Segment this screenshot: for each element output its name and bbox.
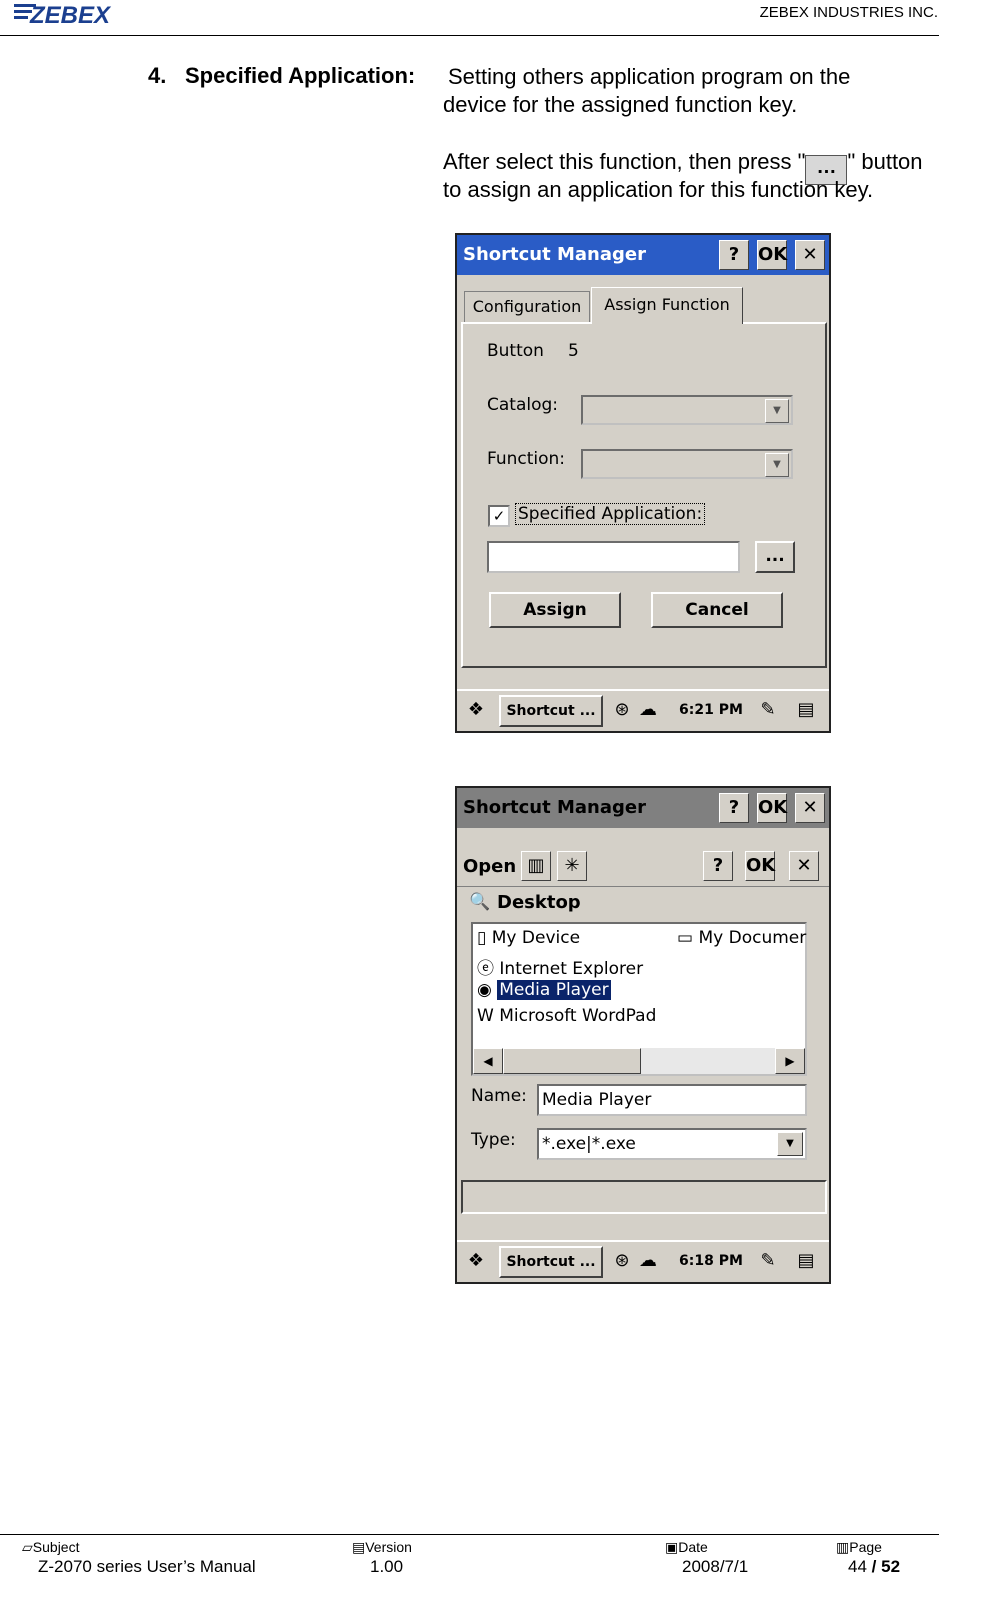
screenshot-assign-function: Shortcut Manager ? OK ✕ Configuration As…	[455, 233, 831, 733]
list-item[interactable]: W Microsoft WordPad	[477, 1006, 656, 1026]
cancel-button[interactable]: Cancel	[651, 592, 783, 628]
network-icon[interactable]: ⊛	[609, 697, 635, 723]
dialog-titlebar: Open ▥ ✳ ? OK ✕	[457, 846, 829, 887]
scroll-left-icon[interactable]: ◀	[473, 1048, 503, 1074]
catalog-label: Catalog:	[487, 395, 559, 415]
window-titlebar: Shortcut Manager ? OK ✕	[457, 788, 829, 828]
up-folder-icon[interactable]: ▥	[521, 851, 551, 881]
zebex-logo: ZEBEX	[14, 2, 112, 26]
button-value: 5	[568, 341, 579, 361]
taskbar-app-button[interactable]: Shortcut ...	[499, 695, 603, 727]
name-label: Name:	[471, 1086, 527, 1106]
input-panel-icon[interactable]: ✎	[755, 1248, 781, 1274]
subject-icon: ▱	[22, 1539, 33, 1555]
status-area	[461, 1180, 827, 1214]
help-button[interactable]: ?	[719, 793, 749, 823]
date-label: ▣Date	[665, 1539, 708, 1555]
instruction-text: After select this function, then press "	[443, 149, 806, 174]
ok-button[interactable]: OK	[757, 793, 787, 823]
list-item[interactable]: ▭ My Documer	[677, 928, 806, 948]
application-path-input[interactable]	[487, 541, 740, 573]
page-label: ▥Page	[836, 1539, 882, 1555]
connection-icon[interactable]: ☁	[635, 1248, 661, 1274]
version-value: 1.00	[370, 1557, 404, 1576]
location-label: Desktop	[497, 892, 581, 913]
start-flag-icon[interactable]: ❖	[463, 1248, 489, 1274]
header-rule	[0, 35, 939, 36]
taskbar-app-button[interactable]: Shortcut ...	[499, 1246, 603, 1278]
new-folder-icon[interactable]: ✳	[557, 851, 587, 881]
assign-button[interactable]: Assign	[489, 592, 621, 628]
chevron-down-icon: ▼	[765, 399, 789, 423]
section-number: 4.	[148, 63, 167, 88]
scroll-right-icon[interactable]: ▶	[775, 1048, 805, 1074]
type-dropdown[interactable]: *.exe|*.exe ▼	[537, 1128, 807, 1160]
window-title: Shortcut Manager	[463, 244, 646, 265]
tab-configuration[interactable]: Configuration	[464, 291, 590, 322]
footer-rule	[0, 1534, 939, 1535]
close-button[interactable]: ✕	[795, 793, 825, 823]
instruction-text: " button	[847, 149, 923, 174]
desktop-icon[interactable]: ▤	[793, 697, 819, 723]
specified-checkbox[interactable]: ✓	[488, 505, 510, 527]
dialog-ok-button[interactable]: OK	[745, 851, 775, 881]
start-flag-icon[interactable]: ❖	[463, 697, 489, 723]
version-icon: ▤	[352, 1539, 366, 1555]
company-name: ZEBEX INDUSTRIES INC.	[759, 4, 938, 21]
close-button[interactable]: ✕	[795, 240, 825, 270]
chevron-down-icon: ▼	[777, 1132, 803, 1156]
network-icon[interactable]: ⊛	[609, 1248, 635, 1274]
subject-value: Z-2070 series User’s Manual	[38, 1557, 256, 1576]
button-label: Button	[487, 341, 544, 361]
specified-application-label: Specified Application:	[515, 503, 706, 525]
window-titlebar: Shortcut Manager ? OK ✕	[457, 235, 829, 275]
ok-button[interactable]: OK	[757, 240, 787, 270]
horizontal-scrollbar[interactable]: ◀ ▶	[473, 1048, 805, 1074]
browse-button[interactable]: ...	[755, 541, 795, 573]
clock: 6:18 PM	[679, 1253, 743, 1269]
chevron-down-icon: ▼	[765, 453, 789, 477]
dialog-help-button[interactable]: ?	[703, 851, 733, 881]
book-icon: ▥	[836, 1539, 850, 1555]
connection-icon[interactable]: ☁	[635, 697, 661, 723]
scroll-thumb[interactable]	[503, 1048, 641, 1074]
description-line: device for the assigned function key.	[443, 92, 798, 117]
section-heading: Specified Application:	[185, 63, 416, 88]
date-value: 2008/7/1	[682, 1557, 749, 1576]
taskbar: ❖ Shortcut ... ⊛ ☁ 6:18 PM ✎ ▤	[457, 1240, 829, 1282]
list-item[interactable]: ▯ My Device	[477, 928, 580, 948]
window-title: Shortcut Manager	[463, 797, 646, 818]
list-item-selected[interactable]: ◉ Media Player	[477, 980, 611, 1000]
dialog-title: Open	[463, 856, 517, 877]
function-label: Function:	[487, 449, 566, 469]
catalog-dropdown[interactable]: ▼	[581, 395, 793, 425]
folder-search-icon: 🔍	[469, 892, 491, 912]
version-label: ▤Version	[352, 1539, 412, 1555]
subject-label: ▱Subject	[22, 1539, 80, 1555]
name-input[interactable]: Media Player	[537, 1084, 807, 1116]
function-dropdown[interactable]: ▼	[581, 449, 793, 479]
type-label: Type:	[471, 1130, 516, 1150]
file-list: ▯ My Device ⓔ Internet Explorer ◉ Media …	[471, 922, 807, 1076]
date-icon: ▣	[665, 1539, 679, 1555]
dialog-close-button[interactable]: ✕	[789, 851, 819, 881]
description-line: Setting others application program on th…	[448, 64, 851, 89]
help-button[interactable]: ?	[719, 240, 749, 270]
screenshot-open-dialog: Shortcut Manager ? OK ✕ Open ▥ ✳ ? OK ✕ …	[455, 786, 831, 1284]
list-item[interactable]: ⓔ Internet Explorer	[477, 954, 643, 979]
page-value: 44 / 52	[848, 1557, 901, 1576]
input-panel-icon[interactable]: ✎	[755, 697, 781, 723]
desktop-icon[interactable]: ▤	[793, 1248, 819, 1274]
taskbar: ❖ Shortcut ... ⊛ ☁ 6:21 PM ✎ ▤	[457, 689, 829, 731]
instruction-line: to assign an application for this functi…	[443, 177, 874, 202]
clock: 6:21 PM	[679, 702, 743, 718]
logo-text: ZEBEX	[29, 2, 112, 26]
tab-assign-function[interactable]: Assign Function	[591, 287, 743, 324]
